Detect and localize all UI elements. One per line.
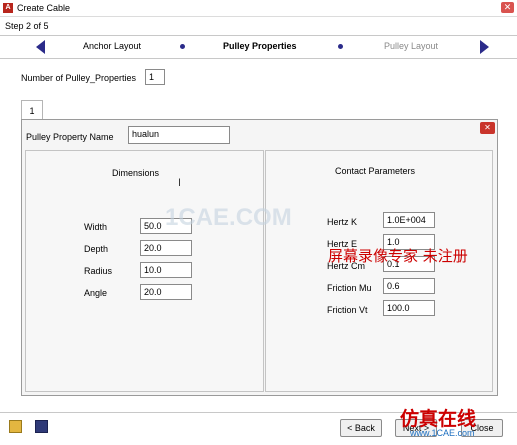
friction-mu-label: Friction Mu — [327, 283, 372, 293]
nav-separator-dot-icon — [338, 44, 343, 49]
dimensions-title: Dimensions — [112, 168, 160, 178]
hertz-k-label: Hertz K — [327, 217, 358, 227]
width-label: Width — [84, 222, 108, 232]
panel-close-icon[interactable]: ✕ — [480, 122, 495, 134]
depth-label: Depth — [84, 244, 109, 254]
nav-step-anchor-layout[interactable]: Anchor Layout — [83, 41, 141, 51]
friction-vt-input[interactable]: 100.0 — [383, 300, 435, 316]
wizard-nav: Anchor Layout Pulley Properties Pulley L… — [0, 35, 517, 59]
nav-step-pulley-properties[interactable]: Pulley Properties — [223, 41, 297, 51]
nav-separator-dot-icon — [180, 44, 185, 49]
contact-parameters-title: Contact Parameters — [335, 166, 416, 176]
friction-mu-input[interactable]: 0.6 — [383, 278, 435, 294]
pulley-name-input[interactable]: hualun — [128, 126, 230, 144]
back-button[interactable]: < Back — [340, 419, 382, 437]
hertz-k-input[interactable]: 1.0E+004 — [383, 212, 435, 228]
angle-input[interactable]: 20.0 — [140, 284, 192, 300]
num-pulley-input[interactable]: 1 — [145, 69, 165, 85]
text-cursor-icon: Ⅰ — [178, 178, 181, 189]
tab-1[interactable]: 1 — [21, 100, 43, 121]
friction-vt-label: Friction Vt — [327, 305, 368, 315]
radius-input[interactable]: 10.0 — [140, 262, 192, 278]
depth-input[interactable]: 20.0 — [140, 240, 192, 256]
window-close-button[interactable]: ✕ — [501, 2, 514, 13]
previous-step-arrow-icon[interactable] — [36, 40, 45, 54]
recorder-watermark: 屏幕录像专家 未注册 — [328, 247, 468, 265]
footer-cn-watermark: 仿真在线 — [400, 408, 477, 430]
center-watermark: 1CAE.COM — [165, 204, 292, 231]
nav-step-pulley-layout[interactable]: Pulley Layout — [384, 41, 438, 51]
step-indicator: Step 2 of 5 — [5, 21, 49, 31]
open-folder-icon[interactable] — [9, 420, 22, 433]
radius-label: Radius — [84, 266, 113, 276]
footer-url-watermark: www.1CAE.com — [410, 428, 475, 438]
contact-parameters-section — [265, 150, 493, 392]
next-step-arrow-icon[interactable] — [480, 40, 489, 54]
pulley-name-label: Pulley Property Name — [26, 132, 114, 142]
save-disk-icon[interactable] — [35, 420, 48, 433]
angle-label: Angle — [84, 288, 108, 298]
app-icon: A — [3, 3, 13, 13]
num-pulley-label: Number of Pulley_Properties — [21, 73, 137, 83]
title-bar: A Create Cable ✕ — [0, 0, 517, 17]
window-title: Create Cable — [17, 3, 71, 13]
